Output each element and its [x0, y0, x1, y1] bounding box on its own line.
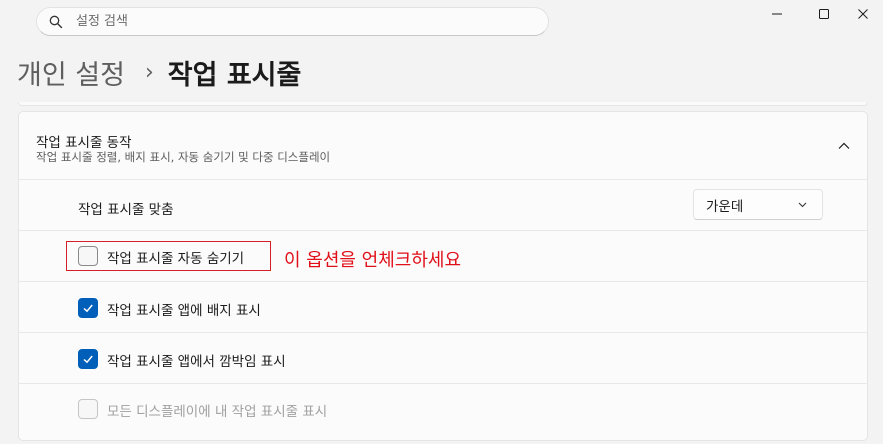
maximize-button[interactable]: [804, 0, 844, 28]
badges-checkbox[interactable]: [78, 298, 98, 318]
flashing-checkbox[interactable]: [78, 349, 98, 369]
search-icon: [49, 15, 63, 29]
maximize-icon: [819, 9, 829, 19]
flashing-label[interactable]: 작업 표시줄 앱에서 깜박임 표시: [107, 350, 286, 370]
multi-display-label: 모든 디스플레이에 내 작업 표시줄 표시: [107, 404, 328, 420]
section-description: 작업 표시줄 정렬, 배지 표시, 자동 숨기기 및 다중 디스플레이: [36, 150, 331, 164]
flashing-row: 작업 표시줄 앱에서 깜박임 표시: [19, 333, 867, 384]
section-title: 작업 표시줄 동작: [36, 135, 132, 151]
close-icon: [858, 9, 868, 19]
minimize-button[interactable]: [757, 0, 797, 28]
checkmark-icon: [83, 304, 93, 313]
alignment-label: 작업 표시줄 맞춤: [78, 202, 174, 218]
alignment-selected-value: 가운데: [706, 198, 744, 215]
section-header[interactable]: 작업 표시줄 동작 작업 표시줄 정렬, 배지 표시, 자동 숨기기 및 다중 …: [19, 112, 867, 180]
instruction-annotation: 이 옵션을 언체크하세요: [284, 250, 462, 271]
search-input[interactable]: [76, 14, 476, 29]
breadcrumb: 개인 설정 › 작업 표시줄: [17, 52, 301, 92]
taskbar-behaviors-panel: 작업 표시줄 동작 작업 표시줄 정렬, 배지 표시, 자동 숨기기 및 다중 …: [18, 111, 868, 441]
badges-label[interactable]: 작업 표시줄 앱에 배지 표시: [107, 299, 261, 319]
highlight-box: [66, 241, 271, 271]
close-button[interactable]: [843, 0, 883, 28]
search-box[interactable]: [36, 7, 549, 36]
chevron-down-icon: [798, 202, 807, 208]
minimize-icon: [772, 13, 782, 15]
previous-section-edge: [18, 102, 868, 106]
alignment-dropdown[interactable]: 가운데: [693, 189, 823, 220]
alignment-row: 작업 표시줄 맞춤 가운데: [19, 180, 867, 231]
multi-display-row: 모든 디스플레이에 내 작업 표시줄 표시: [19, 384, 867, 444]
breadcrumb-parent[interactable]: 개인 설정: [17, 53, 125, 92]
page-title: 작업 표시줄: [167, 59, 302, 91]
multi-display-checkbox: [78, 399, 98, 419]
breadcrumb-separator-icon: ›: [144, 59, 154, 85]
chevron-up-icon[interactable]: [837, 139, 851, 153]
badges-row: 작업 표시줄 앱에 배지 표시: [19, 282, 867, 333]
checkmark-icon: [83, 355, 93, 364]
